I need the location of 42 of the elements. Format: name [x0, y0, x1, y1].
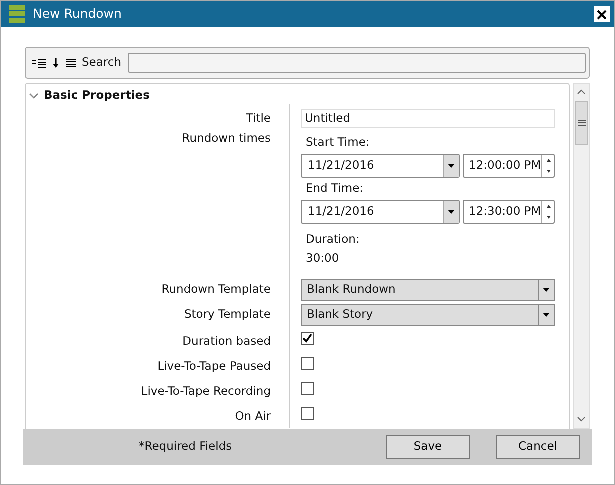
list-view-button[interactable] [66, 58, 76, 68]
field-label: End Time: [306, 180, 364, 198]
caret-icon [543, 313, 550, 317]
category-header: Basic Properties [44, 87, 150, 104]
app-icon [9, 5, 25, 23]
caret-icon [543, 288, 550, 292]
save-button[interactable]: Save [386, 435, 470, 459]
property-label: Live-To-Tape Paused [158, 359, 271, 373]
duration-value: 30:00 [306, 250, 340, 268]
property-label: Story Template [184, 307, 271, 321]
text-field[interactable]: Untitled [301, 109, 555, 128]
dropdown[interactable]: Blank Rundown [301, 279, 555, 301]
scroll-thumb[interactable] [575, 101, 588, 145]
field-label: Start Time: [306, 134, 370, 152]
date-picker[interactable]: 11/21/2016 [301, 154, 460, 178]
property-label: Rundown times [182, 131, 271, 145]
checkbox[interactable] [301, 382, 314, 395]
search-label: Search [82, 54, 122, 72]
property-label: On Air [235, 409, 271, 423]
property-label: Live-To-Tape Recording [141, 384, 271, 398]
required-note: *Required Fields [139, 438, 234, 456]
close-button[interactable] [594, 6, 610, 22]
sort-button[interactable] [52, 58, 60, 68]
checkbox[interactable] [301, 357, 314, 370]
time-spinner[interactable]: 12:00:00 PM [463, 154, 555, 178]
property-label: Duration based [182, 334, 271, 348]
checkbox[interactable] [301, 407, 314, 420]
categorized-view-button[interactable] [32, 58, 46, 68]
cancel-button[interactable]: Cancel [496, 435, 580, 459]
property-label: Title [246, 111, 271, 125]
field-label: Duration: [306, 230, 360, 248]
time-spinner[interactable]: 12:30:00 PM [463, 200, 555, 224]
dropdown[interactable]: Blank Story [301, 304, 555, 326]
scrollbar[interactable] [573, 83, 590, 429]
chevron-icon[interactable] [29, 92, 39, 100]
date-picker[interactable]: 11/21/2016 [301, 200, 460, 224]
search-field[interactable] [128, 53, 586, 73]
caret-icon [448, 164, 456, 168]
caret-icon [448, 210, 456, 214]
window-title: New Rundown [33, 4, 123, 23]
property-label: Rundown Template [162, 282, 271, 296]
checkbox[interactable] [301, 332, 314, 345]
